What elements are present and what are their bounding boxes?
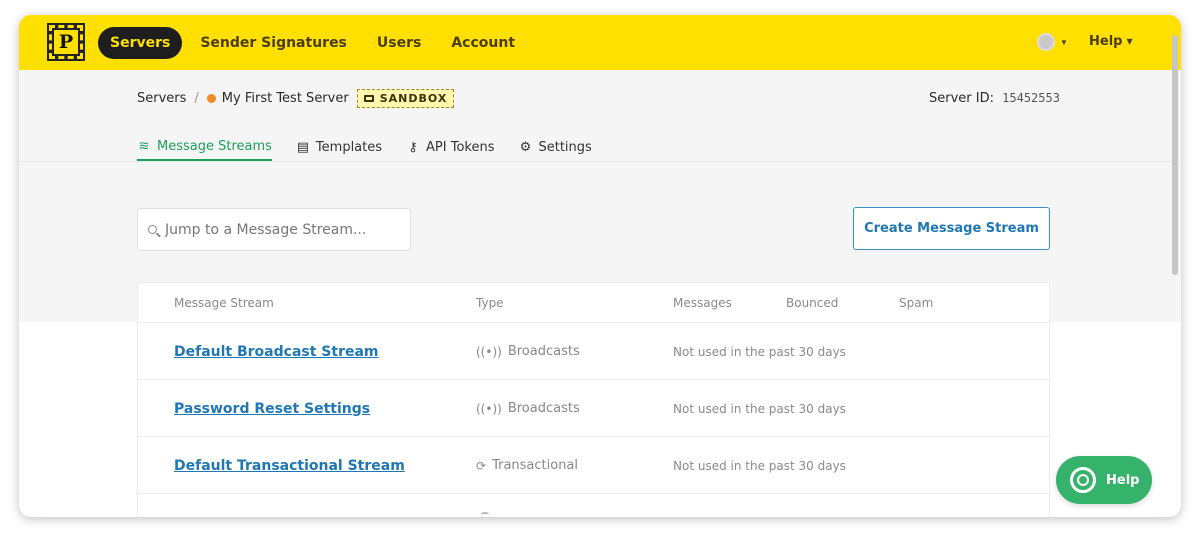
tab-label: Settings <box>538 139 592 155</box>
breadcrumb-server-name: My First Test Server <box>221 91 349 106</box>
header-bounced: Bounced <box>786 296 839 310</box>
app-window: P Servers Sender Signatures Users Accoun… <box>19 15 1181 517</box>
table-row: Default Broadcast Stream ((•)) Broadcast… <box>138 323 1049 380</box>
scrollbar[interactable] <box>1172 35 1178 275</box>
nav-users[interactable]: Users <box>365 27 433 59</box>
stream-link[interactable]: Default Broadcast Stream <box>174 344 379 360</box>
search-icon <box>148 225 157 234</box>
tab-api-tokens[interactable]: ⚷ API Tokens <box>406 133 494 161</box>
stream-link[interactable]: Password Reset Settings <box>174 401 370 417</box>
header-message-stream: Message Stream <box>174 296 274 310</box>
stream-messages: Not used in the past 30 days <box>673 401 846 416</box>
tab-label: Templates <box>315 139 383 155</box>
sandbox-badge: SANDBOX <box>356 89 455 108</box>
divider <box>19 161 1181 162</box>
stream-link[interactable]: Default Transactional Stream <box>174 458 405 474</box>
top-navigation-bar: P Servers Sender Signatures Users Accoun… <box>19 15 1181 70</box>
stream-type: Broadcasts <box>507 344 580 359</box>
lifebuoy-icon <box>1070 467 1096 493</box>
breadcrumb-servers[interactable]: Servers <box>137 91 186 106</box>
type-icon <box>481 512 489 515</box>
logo-letter: P <box>54 30 78 54</box>
search-input[interactable] <box>165 221 395 238</box>
key-icon: ⚷ <box>408 139 418 155</box>
header-type: Type <box>476 296 504 310</box>
tab-message-streams[interactable]: ≋ Message Streams <box>137 133 272 161</box>
user-menu[interactable]: ▼ <box>1037 33 1068 51</box>
help-menu[interactable]: Help ▼ <box>1089 34 1133 49</box>
header-messages: Messages <box>673 296 732 310</box>
broadcast-icon: ((•)) <box>476 401 502 416</box>
sandbox-icon <box>363 95 374 102</box>
nav-sender-signatures[interactable]: Sender Signatures <box>188 27 359 59</box>
streams-icon: ≋ <box>138 138 150 154</box>
main-nav: Servers Sender Signatures Users Account <box>98 27 533 59</box>
server-tabs: ≋ Message Streams ▤ Templates ⚷ API Toke… <box>137 133 616 161</box>
avatar[interactable] <box>1037 33 1055 51</box>
breadcrumb-separator: / <box>194 91 199 106</box>
nav-servers[interactable]: Servers <box>98 27 183 59</box>
table-header: Message Stream Type Messages Bounced Spa… <box>138 283 1049 323</box>
tab-label: Message Streams <box>157 138 272 154</box>
stream-messages: Not used in the past 30 days <box>673 344 846 359</box>
help-button-label: Help <box>1106 472 1140 488</box>
postmark-logo[interactable]: P <box>47 23 85 61</box>
transactional-icon: ⟳ <box>476 458 487 473</box>
chevron-down-icon: ▼ <box>1060 37 1068 47</box>
chevron-down-icon: ▼ <box>1126 37 1133 46</box>
template-icon: ▤ <box>296 139 310 155</box>
nav-account[interactable]: Account <box>439 27 527 59</box>
help-button[interactable]: Help <box>1056 456 1152 504</box>
stream-type: Transactional <box>492 458 579 473</box>
stream-messages: Not used in the past 30 days <box>673 458 846 473</box>
table-row: Default Transactional Stream ⟳ Transacti… <box>138 437 1049 494</box>
table-row-partial <box>138 494 1049 517</box>
server-status-dot <box>206 94 216 103</box>
header-spam: Spam <box>899 296 934 310</box>
stream-search[interactable] <box>137 208 411 251</box>
stream-type: Broadcasts <box>507 401 580 416</box>
sandbox-badge-label: SANDBOX <box>379 92 448 105</box>
broadcast-icon: ((•)) <box>476 344 502 359</box>
table-row: Password Reset Settings ((•)) Broadcasts… <box>138 380 1049 437</box>
server-id-label: Server ID: <box>929 91 994 106</box>
create-message-stream-button[interactable]: Create Message Stream <box>853 207 1050 250</box>
tab-settings[interactable]: ⚙ Settings <box>518 133 592 161</box>
tab-templates[interactable]: ▤ Templates <box>296 133 382 161</box>
breadcrumb: Servers / My First Test Server SANDBOX <box>137 89 455 108</box>
server-id-value: 15452553 <box>1002 91 1060 105</box>
server-id: Server ID: 15452553 <box>929 91 1060 106</box>
message-streams-table: Message Stream Type Messages Bounced Spa… <box>137 282 1050 517</box>
tab-label: API Tokens <box>426 139 495 155</box>
help-menu-label: Help <box>1089 34 1123 49</box>
gear-icon: ⚙ <box>519 139 532 155</box>
